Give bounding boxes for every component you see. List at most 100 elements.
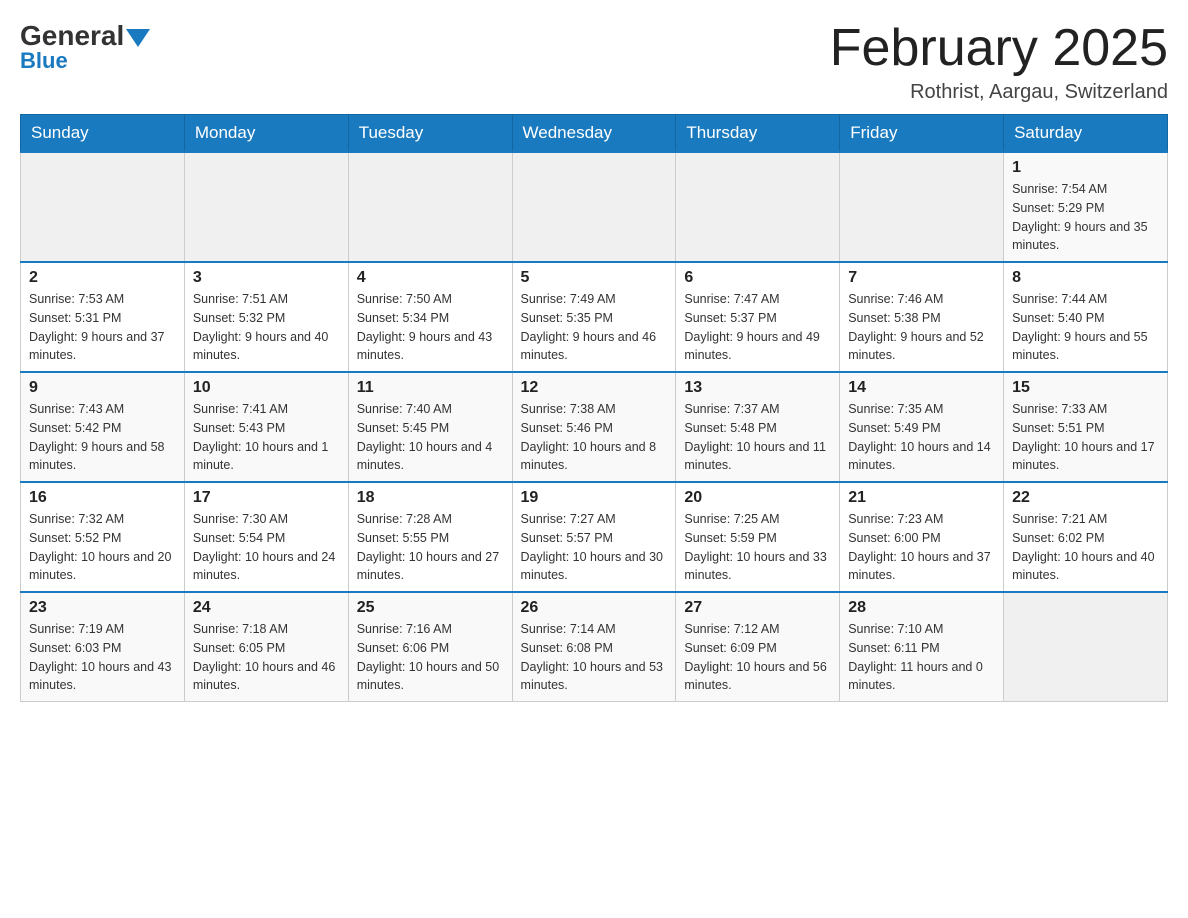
day-info: Sunrise: 7:37 AMSunset: 5:48 PMDaylight:… — [684, 400, 831, 475]
day-number: 10 — [193, 379, 340, 397]
logo: General Blue — [20, 20, 152, 74]
day-info: Sunrise: 7:32 AMSunset: 5:52 PMDaylight:… — [29, 510, 176, 585]
calendar-cell: 25Sunrise: 7:16 AMSunset: 6:06 PMDayligh… — [348, 592, 512, 702]
title-block: February 2025 Rothrist, Aargau, Switzerl… — [830, 20, 1168, 104]
day-info: Sunrise: 7:41 AMSunset: 5:43 PMDaylight:… — [193, 400, 340, 475]
calendar-header-thursday: Thursday — [676, 115, 840, 153]
day-number: 28 — [848, 599, 995, 617]
calendar-cell — [21, 152, 185, 262]
calendar-cell: 5 Sunrise: 7:49 AMSunset: 5:35 PMDaylight… — [512, 262, 676, 372]
calendar-cell — [184, 152, 348, 262]
day-number: 7 — [848, 269, 995, 287]
day-number: 15 — [1012, 379, 1159, 397]
calendar-header-monday: Monday — [184, 115, 348, 153]
day-info: Sunrise: 7:43 AMSunset: 5:42 PMDaylight:… — [29, 400, 176, 475]
day-info: Sunrise: 7:46 AMSunset: 5:38 PMDaylight:… — [848, 290, 995, 365]
day-info: Sunrise: 7:21 AMSunset: 6:02 PMDaylight:… — [1012, 510, 1159, 585]
day-number: 16 — [29, 489, 176, 507]
day-info: Sunrise: 7:19 AMSunset: 6:03 PMDaylight:… — [29, 620, 176, 695]
calendar-cell: 22 Sunrise: 7:21 AMSunset: 6:02 PMDayligh… — [1004, 482, 1168, 592]
day-info: Sunrise: 7:44 AMSunset: 5:40 PMDaylight:… — [1012, 290, 1159, 365]
calendar-header-friday: Friday — [840, 115, 1004, 153]
day-number: 4 — [357, 269, 504, 287]
calendar-cell — [840, 152, 1004, 262]
day-info: Sunrise: 7:54 AMSunset: 5:29 PMDaylight:… — [1012, 180, 1159, 255]
day-info: Sunrise: 7:25 AMSunset: 5:59 PMDaylight:… — [684, 510, 831, 585]
day-number: 6 — [684, 269, 831, 287]
day-number: 24 — [193, 599, 340, 617]
calendar-week-row: 23 Sunrise: 7:19 AMSunset: 6:03 PMDayligh… — [21, 592, 1168, 702]
day-number: 1 — [1012, 159, 1159, 177]
calendar-cell: 4 Sunrise: 7:50 AMSunset: 5:34 PMDaylight… — [348, 262, 512, 372]
calendar-header-wednesday: Wednesday — [512, 115, 676, 153]
calendar-header-row: SundayMondayTuesdayWednesdayThursdayFrid… — [21, 115, 1168, 153]
location: Rothrist, Aargau, Switzerland — [830, 81, 1168, 104]
calendar-cell: 14 Sunrise: 7:35 AMSunset: 5:49 PMDayligh… — [840, 372, 1004, 482]
day-number: 5 — [521, 269, 668, 287]
day-number: 3 — [193, 269, 340, 287]
calendar-header-sunday: Sunday — [21, 115, 185, 153]
calendar-cell: 12 Sunrise: 7:38 AMSunset: 5:46 PMDayligh… — [512, 372, 676, 482]
calendar-cell: 10 Sunrise: 7:41 AMSunset: 5:43 PMDayligh… — [184, 372, 348, 482]
calendar-cell: 18Sunrise: 7:28 AMSunset: 5:55 PMDayligh… — [348, 482, 512, 592]
calendar-cell: 20 Sunrise: 7:25 AMSunset: 5:59 PMDayligh… — [676, 482, 840, 592]
day-info: Sunrise: 7:16 AMSunset: 6:06 PMDaylight:… — [357, 620, 504, 695]
day-info: Sunrise: 7:12 AMSunset: 6:09 PMDaylight:… — [684, 620, 831, 695]
day-info: Sunrise: 7:53 AMSunset: 5:31 PMDaylight:… — [29, 290, 176, 365]
calendar-cell: 27Sunrise: 7:12 AMSunset: 6:09 PMDayligh… — [676, 592, 840, 702]
day-info: Sunrise: 7:51 AMSunset: 5:32 PMDaylight:… — [193, 290, 340, 365]
day-number: 26 — [521, 599, 668, 617]
month-title: February 2025 — [830, 20, 1168, 77]
day-info: Sunrise: 7:14 AMSunset: 6:08 PMDaylight:… — [521, 620, 668, 695]
day-number: 13 — [684, 379, 831, 397]
calendar-header-saturday: Saturday — [1004, 115, 1168, 153]
calendar-cell: 21Sunrise: 7:23 AMSunset: 6:00 PMDayligh… — [840, 482, 1004, 592]
calendar-cell: 28 Sunrise: 7:10 AMSunset: 6:11 PMDayligh… — [840, 592, 1004, 702]
day-info: Sunrise: 7:50 AMSunset: 5:34 PMDaylight:… — [357, 290, 504, 365]
calendar-cell: 17 Sunrise: 7:30 AMSunset: 5:54 PMDayligh… — [184, 482, 348, 592]
day-info: Sunrise: 7:10 AMSunset: 6:11 PMDaylight:… — [848, 620, 995, 695]
calendar-cell: 15 Sunrise: 7:33 AMSunset: 5:51 PMDayligh… — [1004, 372, 1168, 482]
calendar-cell: 7 Sunrise: 7:46 AMSunset: 5:38 PMDaylight… — [840, 262, 1004, 372]
calendar-cell: 3 Sunrise: 7:51 AMSunset: 5:32 PMDaylight… — [184, 262, 348, 372]
calendar-cell: 16 Sunrise: 7:32 AMSunset: 5:52 PMDayligh… — [21, 482, 185, 592]
day-number: 22 — [1012, 489, 1159, 507]
calendar-cell: 19Sunrise: 7:27 AMSunset: 5:57 PMDayligh… — [512, 482, 676, 592]
calendar-cell: 24 Sunrise: 7:18 AMSunset: 6:05 PMDayligh… — [184, 592, 348, 702]
day-info: Sunrise: 7:33 AMSunset: 5:51 PMDaylight:… — [1012, 400, 1159, 475]
day-number: 19 — [521, 489, 668, 507]
calendar-week-row: 1 Sunrise: 7:54 AMSunset: 5:29 PMDaylight… — [21, 152, 1168, 262]
day-info: Sunrise: 7:49 AMSunset: 5:35 PMDaylight:… — [521, 290, 668, 365]
day-number: 17 — [193, 489, 340, 507]
calendar-cell: 11Sunrise: 7:40 AMSunset: 5:45 PMDayligh… — [348, 372, 512, 482]
day-number: 2 — [29, 269, 176, 287]
calendar-cell — [1004, 592, 1168, 702]
day-number: 21 — [848, 489, 995, 507]
calendar-cell: 2 Sunrise: 7:53 AMSunset: 5:31 PMDaylight… — [21, 262, 185, 372]
day-number: 23 — [29, 599, 176, 617]
calendar-cell: 23 Sunrise: 7:19 AMSunset: 6:03 PMDayligh… — [21, 592, 185, 702]
calendar-cell: 1 Sunrise: 7:54 AMSunset: 5:29 PMDaylight… — [1004, 152, 1168, 262]
calendar-cell — [676, 152, 840, 262]
day-info: Sunrise: 7:30 AMSunset: 5:54 PMDaylight:… — [193, 510, 340, 585]
calendar-cell: 13 Sunrise: 7:37 AMSunset: 5:48 PMDayligh… — [676, 372, 840, 482]
day-info: Sunrise: 7:38 AMSunset: 5:46 PMDaylight:… — [521, 400, 668, 475]
day-number: 14 — [848, 379, 995, 397]
calendar: SundayMondayTuesdayWednesdayThursdayFrid… — [20, 114, 1168, 702]
day-info: Sunrise: 7:18 AMSunset: 6:05 PMDaylight:… — [193, 620, 340, 695]
day-number: 8 — [1012, 269, 1159, 287]
calendar-cell — [348, 152, 512, 262]
day-number: 9 — [29, 379, 176, 397]
calendar-cell: 26 Sunrise: 7:14 AMSunset: 6:08 PMDayligh… — [512, 592, 676, 702]
calendar-header-tuesday: Tuesday — [348, 115, 512, 153]
logo-arrow-icon — [126, 29, 150, 47]
calendar-week-row: 16 Sunrise: 7:32 AMSunset: 5:52 PMDayligh… — [21, 482, 1168, 592]
page-header: General Blue February 2025 Rothrist, Aar… — [20, 20, 1168, 104]
calendar-cell: 6 Sunrise: 7:47 AMSunset: 5:37 PMDaylight… — [676, 262, 840, 372]
calendar-cell: 8 Sunrise: 7:44 AMSunset: 5:40 PMDaylight… — [1004, 262, 1168, 372]
day-number: 12 — [521, 379, 668, 397]
day-number: 20 — [684, 489, 831, 507]
day-info: Sunrise: 7:35 AMSunset: 5:49 PMDaylight:… — [848, 400, 995, 475]
logo-blue: Blue — [20, 48, 68, 74]
day-info: Sunrise: 7:47 AMSunset: 5:37 PMDaylight:… — [684, 290, 831, 365]
